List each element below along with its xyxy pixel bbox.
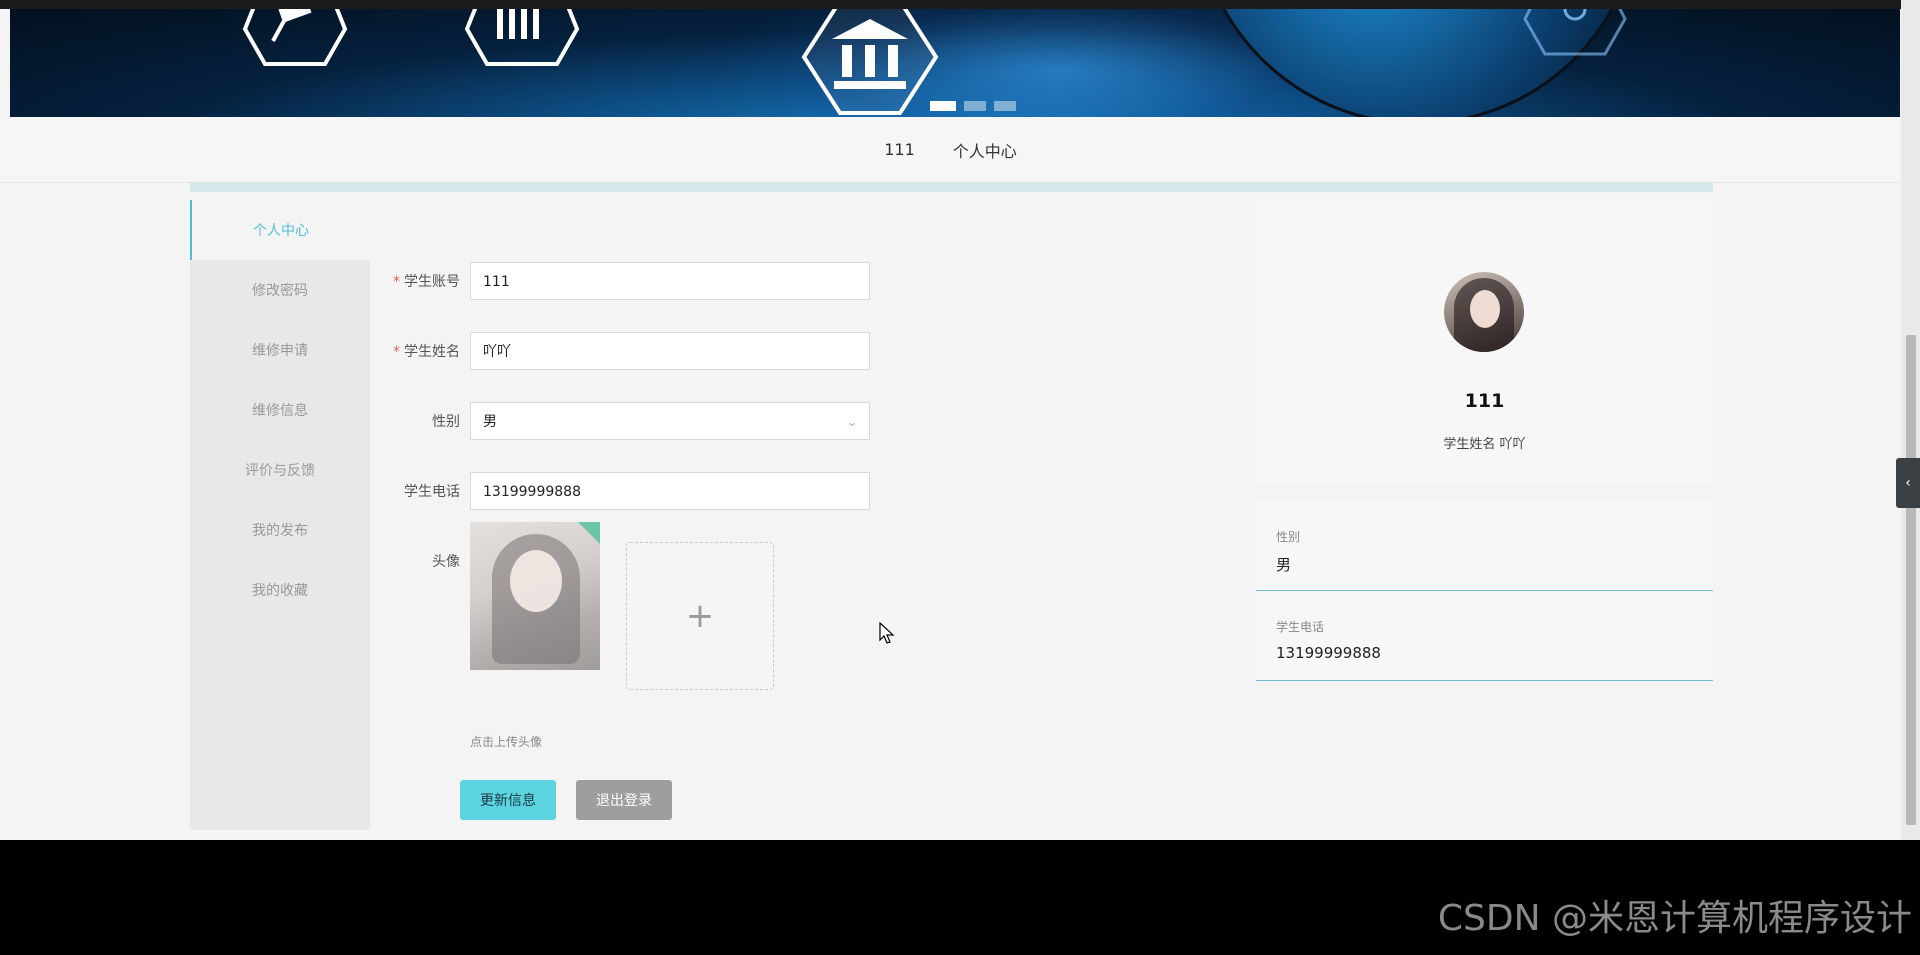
- sidebar-item-my-posts[interactable]: 我的发布: [190, 500, 370, 560]
- gender-info-value: 男: [1276, 556, 1292, 574]
- sidebar-item-change-password[interactable]: 修改密码: [190, 260, 370, 320]
- sidebar-item-profile[interactable]: 个人中心: [190, 200, 370, 260]
- phone-input[interactable]: 13199999888: [470, 472, 870, 510]
- name-row: * 学生姓名 吖吖: [370, 332, 870, 372]
- required-mark: *: [393, 274, 400, 290]
- avatar-label: 头像: [432, 554, 460, 570]
- divider-strip: [190, 182, 1713, 192]
- nav-item-home[interactable]: 111: [884, 140, 915, 159]
- update-info-button[interactable]: 更新信息: [460, 780, 556, 820]
- profile-summary-card: 111 学生姓名 吖吖: [1256, 200, 1713, 482]
- profile-form: * 学生账号 111 * 学生姓名 吖吖 性别 男 ⌄ 学生电话 131999998…: [370, 200, 1238, 830]
- phone-info-card: 学生电话 13199999888: [1256, 592, 1713, 681]
- avatar-face: [1470, 290, 1500, 328]
- carousel-indicators: [930, 101, 1016, 111]
- sidebar-menu: 个人中心 修改密码 维修申请 维修信息 评价与反馈 我的发布 我的收藏: [190, 200, 370, 830]
- logout-button[interactable]: 退出登录: [576, 780, 672, 820]
- upload-hint: 点击上传头像: [470, 735, 543, 749]
- account-row: * 学生账号 111: [370, 262, 870, 302]
- carousel-dot[interactable]: [994, 101, 1016, 111]
- account-input[interactable]: 111: [470, 262, 870, 300]
- gender-select-value: 男: [483, 414, 497, 430]
- profile-title: 111: [1464, 390, 1505, 412]
- gender-info-label: 性别: [1276, 530, 1301, 544]
- account-label-text: 学生账号: [404, 274, 460, 290]
- chevron-left-icon[interactable]: ‹: [1896, 458, 1920, 508]
- nav-item-profile[interactable]: 个人中心: [953, 138, 1017, 162]
- mouse-cursor-icon: [879, 621, 895, 650]
- chevron-down-icon: ⌄: [846, 415, 857, 429]
- banner-carousel[interactable]: [10, 9, 1900, 117]
- sidebar-item-repair-info[interactable]: 维修信息: [190, 380, 370, 440]
- sidebar-item-repair-request[interactable]: 维修申请: [190, 320, 370, 380]
- scrollbar-thumb[interactable]: [1906, 335, 1916, 825]
- upload-plus-button[interactable]: +: [626, 542, 774, 690]
- gear-hex-icon: [1523, 9, 1627, 56]
- account-label: * 学生账号: [393, 262, 460, 302]
- phone-info-label: 学生电话: [1276, 620, 1325, 634]
- gender-row: 性别 男 ⌄: [370, 402, 870, 442]
- name-input[interactable]: 吖吖: [470, 332, 870, 370]
- top-nav: 111 个人中心: [0, 117, 1901, 183]
- gender-info-card: 性别 男: [1256, 502, 1713, 591]
- uploaded-check-icon: [578, 522, 600, 544]
- name-label: * 学生姓名: [393, 332, 460, 372]
- window-top-bar: [0, 0, 1920, 9]
- carousel-dot[interactable]: [930, 101, 956, 111]
- avatar-row: 头像: [370, 542, 870, 582]
- sidebar-item-my-favorites[interactable]: 我的收藏: [190, 560, 370, 620]
- name-label-text: 学生姓名: [404, 344, 460, 360]
- watermark: CSDN @米恩计算机程序设计: [1437, 898, 1912, 939]
- phone-row: 学生电话 13199999888: [370, 472, 870, 512]
- avatar: [1444, 272, 1524, 352]
- camera-hex-icon: [242, 9, 348, 66]
- phone-info-value: 13199999888: [1276, 644, 1381, 662]
- sidebar-item-feedback[interactable]: 评价与反馈: [190, 440, 370, 500]
- gender-select[interactable]: 男 ⌄: [470, 402, 870, 440]
- page: 111 个人中心 个人中心 修改密码 维修申请 维修信息 评价与反馈 我的发布 …: [0, 0, 1901, 840]
- avatar-veil: [470, 522, 600, 670]
- carousel-dot[interactable]: [964, 101, 986, 111]
- barcode-hex-icon: [464, 9, 580, 66]
- required-mark: *: [393, 344, 400, 360]
- phone-label: 学生电话: [404, 484, 460, 500]
- plus-icon: +: [685, 596, 715, 636]
- avatar-preview-image[interactable]: [470, 522, 600, 670]
- gender-label: 性别: [432, 414, 460, 430]
- profile-subtitle: 学生姓名 吖吖: [1443, 437, 1526, 452]
- bank-hex-icon: [801, 9, 939, 115]
